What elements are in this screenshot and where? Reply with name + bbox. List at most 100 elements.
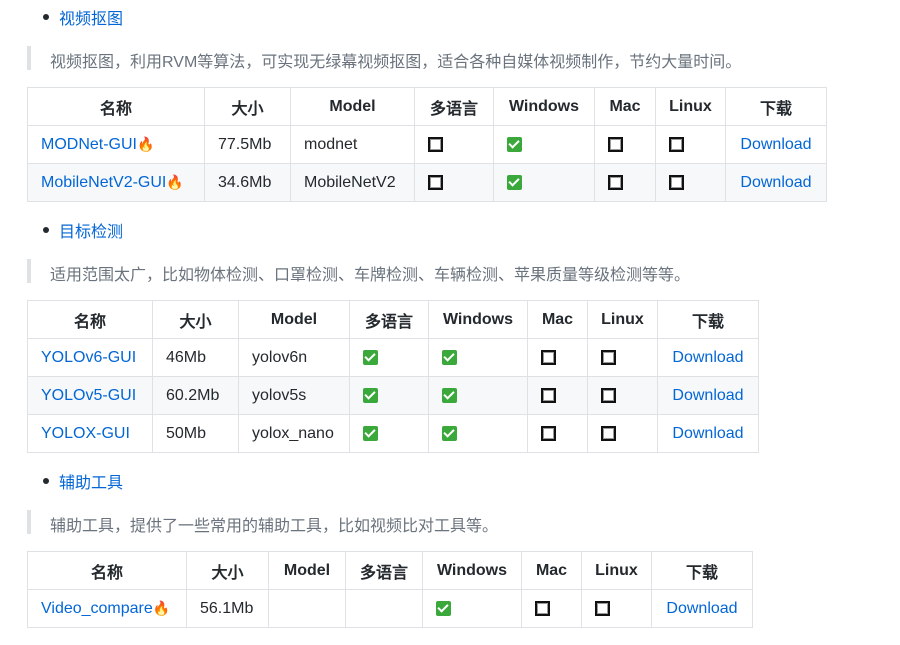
- download-link[interactable]: Download: [740, 174, 811, 191]
- fire-icon: 🔥: [137, 135, 155, 152]
- table-header-row: 名称 大小 Model 多语言 Windows Mac Linux 下载: [27, 300, 759, 339]
- col-header-linux: Linux: [655, 87, 726, 126]
- download-cell: Download: [651, 589, 753, 628]
- check-mark-icon: [442, 387, 457, 403]
- mac-cell: [527, 376, 588, 415]
- download-link[interactable]: Download: [666, 600, 737, 617]
- section-3-table: 名称 大小 Model 多语言 Windows Mac Linux 下载 Vid…: [27, 551, 753, 628]
- mac-cell: [527, 338, 588, 377]
- unchecked-box-icon: [535, 600, 550, 616]
- project-link[interactable]: Video_compare: [41, 600, 153, 617]
- section-1-description: 视频抠图，利用RVM等算法，可实现无绿幕视频抠图，适合各种自媒体视频制作，节约大…: [50, 54, 742, 71]
- multilang-cell: [345, 589, 423, 628]
- col-header-size: 大小: [152, 300, 239, 339]
- project-link[interactable]: YOLOX-GUI: [41, 425, 130, 442]
- table-row: Video_compare🔥 56.1Mb Download: [27, 589, 753, 628]
- section-2-description: 适用范围太广，比如物体检测、口罩检测、车牌检测、车辆检测、苹果质量等级检测等等。: [50, 267, 691, 284]
- size-cell: 46Mb: [152, 338, 239, 377]
- check-mark-icon: [363, 349, 378, 365]
- col-header-name: 名称: [27, 300, 153, 339]
- section-2-description-quote: 适用范围太广，比如物体检测、口罩检测、车牌检测、车辆检测、苹果质量等级检测等等。: [27, 259, 690, 284]
- linux-cell: [655, 163, 726, 202]
- unchecked-box-icon: [608, 136, 623, 152]
- download-link[interactable]: Download: [740, 136, 811, 153]
- bullet-dot: [43, 227, 49, 233]
- col-header-size: 大小: [186, 551, 269, 590]
- project-link[interactable]: YOLOv5-GUI: [41, 387, 136, 404]
- multilang-cell: [414, 163, 494, 202]
- bullet-dot: [43, 478, 49, 484]
- col-header-download: 下载: [725, 87, 827, 126]
- section-3-description-quote: 辅助工具，提供了一些常用的辅助工具，比如视频比对工具等。: [27, 510, 498, 535]
- size-cell: 77.5Mb: [204, 125, 291, 164]
- section-1-table: 名称 大小 Model 多语言 Windows Mac Linux 下载 MOD…: [27, 87, 827, 202]
- col-header-download: 下载: [657, 300, 759, 339]
- name-cell: YOLOv6-GUI: [27, 338, 153, 377]
- bullet-dot: [43, 14, 49, 20]
- col-header-windows: Windows: [493, 87, 595, 126]
- unchecked-box-icon: [669, 136, 684, 152]
- section-1-title-link[interactable]: 视频抠图: [59, 5, 123, 29]
- linux-cell: [587, 376, 658, 415]
- unchecked-box-icon: [541, 387, 556, 403]
- col-header-name: 名称: [27, 87, 205, 126]
- section-1-description-quote: 视频抠图，利用RVM等算法，可实现无绿幕视频抠图，适合各种自媒体视频制作，节约大…: [27, 46, 741, 71]
- size-cell: 56.1Mb: [186, 589, 269, 628]
- section-3-description: 辅助工具，提供了一些常用的辅助工具，比如视频比对工具等。: [50, 518, 499, 535]
- table-row: MobileNetV2-GUI🔥 34.6Mb MobileNetV2 Down…: [27, 163, 827, 202]
- unchecked-box-icon: [601, 425, 616, 441]
- unchecked-box-icon: [428, 174, 443, 190]
- check-mark-icon: [442, 349, 457, 365]
- section-2-title-link[interactable]: 目标检测: [59, 218, 123, 242]
- windows-cell: [428, 414, 528, 453]
- col-header-model: Model: [268, 551, 346, 590]
- mac-cell: [594, 163, 656, 202]
- col-header-windows: Windows: [428, 300, 528, 339]
- col-header-multilang: 多语言: [349, 300, 429, 339]
- model-cell: modnet: [290, 125, 415, 164]
- mac-cell: [527, 414, 588, 453]
- table-row: YOLOv6-GUI 46Mb yolov6n Download: [27, 338, 759, 377]
- col-header-multilang: 多语言: [345, 551, 423, 590]
- check-mark-icon: [442, 425, 457, 441]
- col-header-mac: Mac: [521, 551, 582, 590]
- project-link[interactable]: MobileNetV2-GUI: [41, 174, 166, 191]
- download-link[interactable]: Download: [672, 387, 743, 404]
- check-mark-icon: [363, 425, 378, 441]
- download-link[interactable]: Download: [672, 425, 743, 442]
- model-cell: yolov5s: [238, 376, 350, 415]
- name-cell: MODNet-GUI🔥: [27, 125, 205, 164]
- linux-cell: [587, 414, 658, 453]
- col-header-multilang: 多语言: [414, 87, 494, 126]
- linux-cell: [655, 125, 726, 164]
- section-3-title-link[interactable]: 辅助工具: [59, 469, 123, 493]
- section-2-table: 名称 大小 Model 多语言 Windows Mac Linux 下载 YOL…: [27, 300, 759, 453]
- multilang-cell: [349, 338, 429, 377]
- model-cell: MobileNetV2: [290, 163, 415, 202]
- mac-cell: [521, 589, 582, 628]
- unchecked-box-icon: [601, 387, 616, 403]
- check-mark-icon: [507, 174, 522, 190]
- name-cell: Video_compare🔥: [27, 589, 187, 628]
- size-cell: 60.2Mb: [152, 376, 239, 415]
- windows-cell: [493, 125, 595, 164]
- mac-cell: [594, 125, 656, 164]
- download-cell: Download: [725, 125, 827, 164]
- unchecked-box-icon: [595, 600, 610, 616]
- unchecked-box-icon: [669, 174, 684, 190]
- table-header-row: 名称 大小 Model 多语言 Windows Mac Linux 下载: [27, 551, 753, 590]
- col-header-mac: Mac: [594, 87, 656, 126]
- project-link[interactable]: YOLOv6-GUI: [41, 349, 136, 366]
- name-cell: YOLOv5-GUI: [27, 376, 153, 415]
- col-header-mac: Mac: [527, 300, 588, 339]
- fire-icon: 🔥: [152, 599, 171, 616]
- download-link[interactable]: Download: [672, 349, 743, 366]
- unchecked-box-icon: [541, 425, 556, 441]
- name-cell: MobileNetV2-GUI🔥: [27, 163, 205, 202]
- check-mark-icon: [507, 136, 522, 152]
- name-cell: YOLOX-GUI: [27, 414, 153, 453]
- linux-cell: [581, 589, 652, 628]
- unchecked-box-icon: [601, 349, 616, 365]
- col-header-linux: Linux: [581, 551, 652, 590]
- project-link[interactable]: MODNet-GUI: [41, 136, 137, 153]
